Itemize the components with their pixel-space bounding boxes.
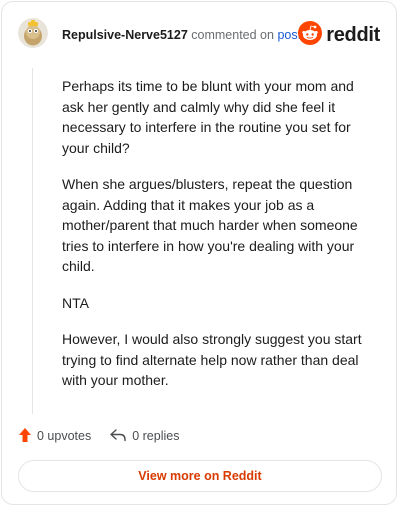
- reply-arrow-icon[interactable]: [109, 428, 127, 445]
- comment-paragraph: When she argues/blusters, repeat the que…: [62, 176, 358, 274]
- comment-paragraph: Perhaps its time to be blunt with your m…: [62, 78, 354, 156]
- upvote-arrow-icon[interactable]: [18, 427, 32, 446]
- reddit-logo[interactable]: reddit: [298, 20, 380, 50]
- replies-count: 0 replies: [132, 429, 180, 443]
- comment-card: Repulsive-Nerve5127 commented on post re…: [1, 1, 397, 505]
- thread-line: [32, 68, 33, 414]
- comment-action-text: commented on: [191, 28, 274, 42]
- username[interactable]: Repulsive-Nerve5127: [62, 28, 188, 42]
- view-more-button[interactable]: View more on Reddit: [18, 460, 382, 492]
- reddit-wordmark: reddit: [326, 23, 380, 46]
- comment-meta: Repulsive-Nerve5127 commented on post: [62, 27, 301, 43]
- comment-paragraph: However, I would also strongly suggest y…: [62, 331, 362, 388]
- comment-paragraph: NTA: [62, 294, 89, 311]
- user-avatar[interactable]: [18, 18, 48, 48]
- comment-stats: 0 upvotes 0 replies: [18, 426, 179, 446]
- upvote-stat[interactable]: 0 upvotes: [18, 427, 91, 446]
- reply-stat[interactable]: 0 replies: [109, 428, 179, 445]
- reddit-snoo-icon: [298, 20, 323, 50]
- comment-header: Repulsive-Nerve5127 commented on post re…: [18, 18, 380, 52]
- upvotes-count: 0 upvotes: [37, 429, 92, 443]
- comment-body: Perhaps its time to be blunt with your m…: [62, 76, 378, 407]
